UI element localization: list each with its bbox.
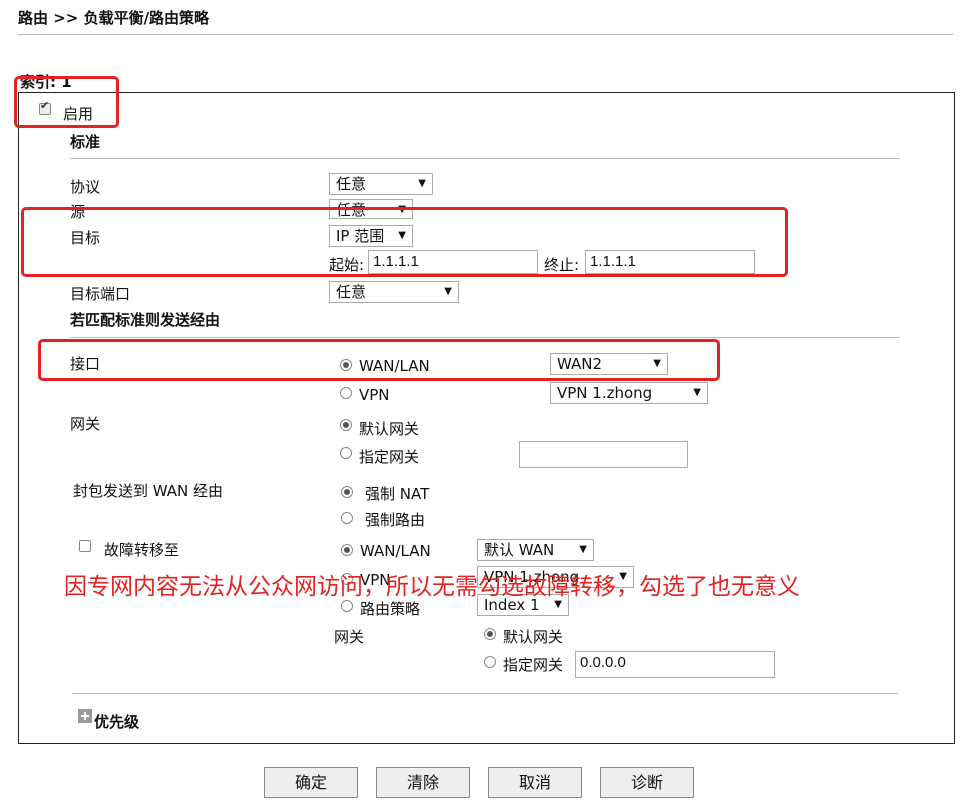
diagnose-button[interactable]: 诊断 — [600, 767, 694, 798]
chevron-down-icon: ▼ — [444, 286, 452, 297]
failover-wan-select[interactable]: 默认 WAN ▼ — [477, 539, 594, 561]
breadcrumb: 路由 >> 负载平衡/路由策略 — [18, 9, 210, 27]
annotation-text: 因专网内容无法从公众网访问，所以无需勾选故障转移，勾选了也无意义 — [64, 574, 800, 600]
highlight-enable-box — [14, 76, 119, 128]
vpn-label: VPN — [359, 386, 390, 404]
priority-label[interactable]: 优先级 — [94, 711, 139, 732]
highlight-interface-box — [38, 339, 720, 381]
failover-checkbox[interactable] — [79, 540, 91, 552]
vpn-radio[interactable] — [340, 387, 352, 399]
specific-gateway-label: 指定网关 — [359, 448, 420, 466]
priority-divider — [72, 693, 898, 694]
policy-panel — [18, 92, 955, 744]
packet-route-label: 封包发送到 WAN 经由 — [73, 482, 224, 500]
clear-button[interactable]: 清除 — [376, 767, 470, 798]
chevron-down-icon: ▼ — [693, 387, 701, 398]
failover-gateway-label: 网关 — [334, 628, 365, 646]
highlight-destination-box — [21, 207, 788, 277]
force-nat-radio[interactable] — [341, 486, 353, 498]
ok-button[interactable]: 确定 — [264, 767, 358, 798]
route-divider — [70, 337, 900, 338]
force-route-radio[interactable] — [341, 512, 353, 524]
failover-specific-gateway-input[interactable]: 0.0.0.0 — [575, 651, 775, 678]
vpn-select[interactable]: VPN 1.zhong ▼ — [550, 382, 708, 404]
protocol-select[interactable]: 任意 ▼ — [329, 173, 433, 195]
gateway-label: 网关 — [70, 415, 101, 433]
dest-port-select[interactable]: 任意 ▼ — [329, 281, 459, 303]
failover-label: 故障转移至 — [104, 541, 180, 559]
failover-default-gateway-radio[interactable] — [484, 628, 496, 640]
force-route-label: 强制路由 — [365, 511, 426, 529]
failover-wanlan-label: WAN/LAN — [360, 542, 431, 560]
default-gateway-label: 默认网关 — [359, 420, 420, 438]
protocol-label: 协议 — [70, 178, 101, 196]
default-gateway-radio[interactable] — [340, 419, 352, 431]
force-nat-label: 强制 NAT — [365, 485, 430, 503]
chevron-down-icon: ▼ — [418, 178, 426, 189]
dest-port-label: 目标端口 — [70, 285, 131, 303]
criteria-divider — [70, 158, 900, 159]
failover-policy-label: 路由策略 — [360, 600, 421, 618]
failover-specific-gateway-radio[interactable] — [484, 656, 496, 668]
failover-specific-gateway-label: 指定网关 — [503, 656, 564, 674]
failover-policy-radio[interactable] — [341, 600, 353, 612]
failover-default-gateway-label: 默认网关 — [503, 628, 564, 646]
chevron-down-icon: ▼ — [579, 544, 587, 555]
route-heading: 若匹配标准则发送经由 — [70, 311, 221, 329]
specific-gateway-input[interactable] — [519, 441, 688, 468]
criteria-heading: 标准 — [70, 133, 101, 151]
expand-plus-icon[interactable] — [78, 709, 92, 723]
specific-gateway-radio[interactable] — [340, 447, 352, 459]
cancel-button[interactable]: 取消 — [488, 767, 582, 798]
failover-wanlan-radio[interactable] — [341, 544, 353, 556]
header-divider — [18, 34, 953, 35]
